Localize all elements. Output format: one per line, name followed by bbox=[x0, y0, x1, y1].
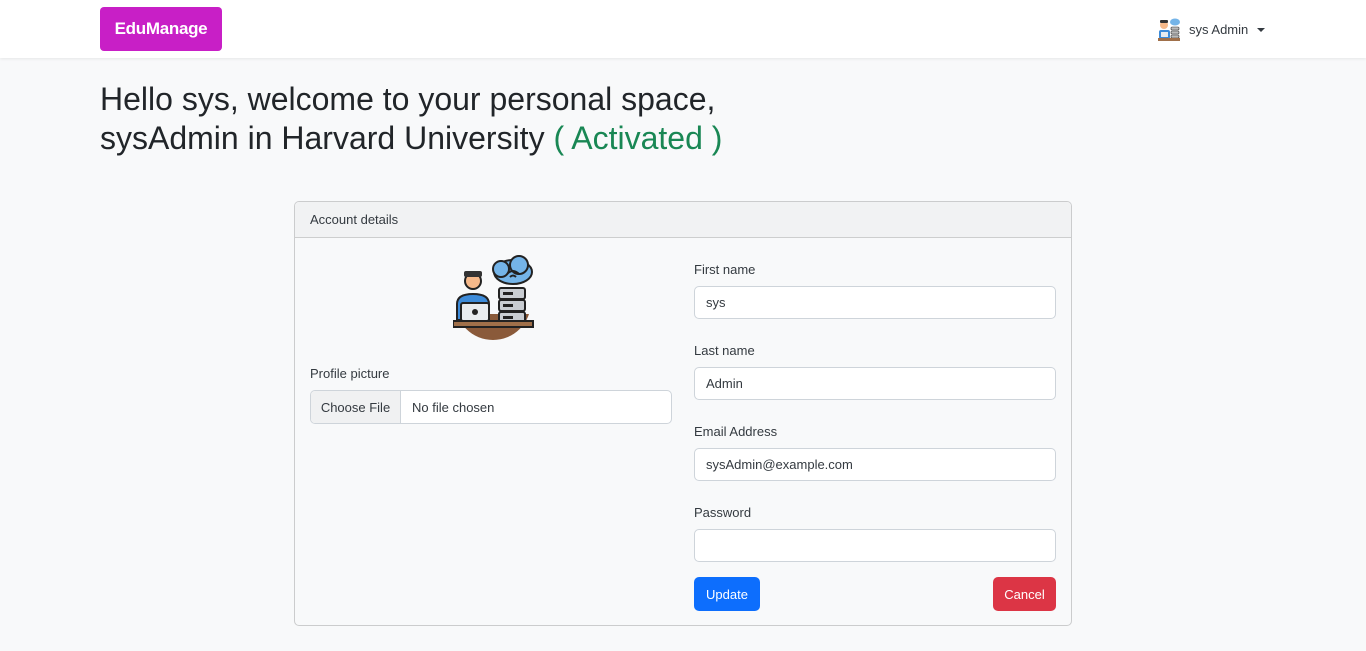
cancel-button[interactable]: Cancel bbox=[993, 577, 1056, 611]
first-name-label: First name bbox=[694, 262, 756, 277]
password-field[interactable] bbox=[694, 529, 1056, 562]
page-title: Hello sys, welcome to your personal spac… bbox=[100, 80, 722, 158]
profile-picture-file-input[interactable]: Choose File No file chosen bbox=[310, 390, 672, 424]
card-header: Account details bbox=[295, 202, 1071, 238]
password-label: Password bbox=[694, 505, 752, 520]
greeting-line2: sysAdmin in Harvard University bbox=[100, 120, 545, 156]
brand-logo[interactable]: EduManage bbox=[100, 7, 222, 51]
profile-picture-label: Profile picture bbox=[310, 366, 390, 381]
user-menu-dropdown[interactable]: sys Admin bbox=[1156, 16, 1266, 42]
last-name-field[interactable] bbox=[694, 367, 1056, 400]
file-status-text: No file chosen bbox=[412, 399, 495, 415]
email-label: Email Address bbox=[694, 424, 778, 439]
sysadmin-profile-icon bbox=[453, 255, 534, 340]
account-details-card: Account details Profile picture Choose F… bbox=[294, 201, 1072, 626]
choose-file-button[interactable]: Choose File bbox=[311, 391, 401, 423]
email-field[interactable] bbox=[694, 448, 1056, 481]
user-name: sys Admin bbox=[1189, 21, 1249, 37]
chevron-down-icon bbox=[1257, 28, 1266, 32]
update-button[interactable]: Update bbox=[694, 577, 760, 611]
sysadmin-avatar-icon bbox=[1158, 18, 1180, 41]
status-badge: ( Activated ) bbox=[553, 120, 723, 156]
first-name-field[interactable] bbox=[694, 286, 1056, 319]
last-name-label: Last name bbox=[694, 343, 755, 358]
top-navbar: EduManage sys Admin bbox=[0, 0, 1366, 58]
greeting-line1: Hello sys, welcome to your personal spac… bbox=[100, 81, 716, 117]
